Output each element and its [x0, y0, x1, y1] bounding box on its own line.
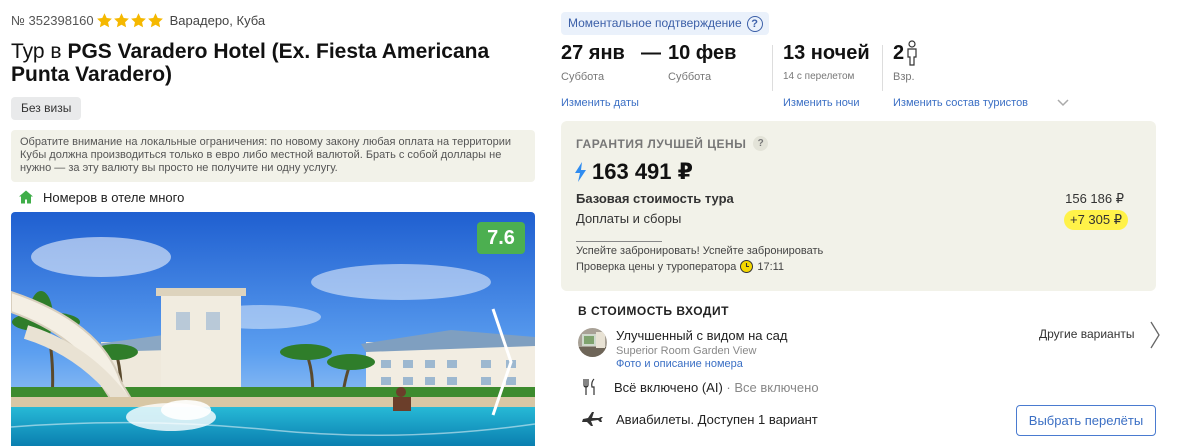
rooms-availability: Номеров в отеле много — [18, 189, 184, 205]
price-check-label: Проверка цены у туроператора — [576, 260, 737, 273]
instant-confirmation-badge: Моментальное подтверждение ? — [561, 12, 769, 35]
hotel-photo[interactable]: 7.6 — [11, 212, 535, 446]
select-flights-button[interactable]: Выбрать перелёты — [1016, 405, 1156, 436]
house-icon — [19, 190, 33, 204]
help-icon[interactable]: ? — [746, 15, 763, 32]
change-nights-link[interactable]: Изменить ночи — [783, 97, 860, 109]
hotel-location[interactable]: Варадеро, Куба — [170, 13, 265, 28]
hotel-stars — [96, 12, 164, 29]
divider — [576, 241, 662, 242]
base-cost-label: Базовая стоимость тура — [576, 191, 734, 206]
divider — [882, 45, 883, 91]
date-dash: — — [641, 42, 661, 64]
total-price-value: 163 491 ₽ — [592, 159, 693, 184]
lightning-icon — [575, 162, 586, 182]
chevron-down-icon[interactable] — [1056, 96, 1070, 110]
tour-number: № 352398160 — [11, 13, 94, 28]
included-section-title: В СТОИМОСТЬ ВХОДИТ — [578, 304, 729, 318]
star-icon — [130, 13, 146, 28]
local-restrictions-notice: Обратите внимание на локальные ограничен… — [11, 130, 535, 182]
price-card: ГАРАНТИЯ ЛУЧШЕЙ ЦЕНЫ ? 163 491 ₽ Базовая… — [561, 121, 1156, 291]
fees-value: +7 305 ₽ — [1063, 210, 1128, 230]
chevron-right-icon[interactable] — [491, 307, 513, 417]
nights-with-flight: 14 с перелетом — [783, 71, 855, 82]
hurry-message: Успейте забронировать! Успейте заброниро… — [576, 245, 824, 257]
change-tourists-link[interactable]: Изменить состав туристов — [893, 97, 1028, 109]
nights-count: 13 ночей — [783, 42, 870, 64]
tourists-number: 2 — [893, 42, 905, 64]
date-from: 27 янв — [561, 42, 625, 64]
flights-info: Авиабилеты. Доступен 1 вариант — [616, 412, 818, 427]
fees-label: Доплаты и сборы — [576, 211, 682, 226]
tourists-count: 2 — [893, 40, 919, 66]
price-check: Проверка цены у туроператора 17:11 — [576, 260, 784, 273]
star-icon — [113, 13, 129, 28]
hotel-meta-row: № 352398160 Варадеро, Куба — [11, 12, 265, 29]
rooms-note: Номеров в отеле много — [43, 189, 185, 205]
airplane-icon — [582, 412, 603, 426]
hotel-photo-image — [11, 212, 535, 446]
date-to: 10 фев — [668, 42, 737, 64]
star-icon — [96, 13, 112, 28]
best-price-guarantee: ГАРАНТИЯ ЛУЧШЕЙ ЦЕНЫ ? — [576, 136, 769, 151]
meal-plan-label: Всё включено (AI) — [614, 380, 723, 395]
clock-icon — [740, 260, 754, 273]
total-price: 163 491 ₽ — [574, 159, 693, 185]
instant-confirmation-label: Моментальное подтверждение — [568, 16, 742, 30]
room-photo — [578, 328, 607, 357]
rating-badge: 7.6 — [477, 222, 525, 254]
cutlery-icon — [583, 378, 595, 395]
day-from: Суббота — [561, 71, 605, 83]
day-to: Суббота — [668, 71, 712, 83]
hotel-title: Тур в PGS Varadero Hotel (Ex. Fiesta Ame… — [11, 40, 531, 86]
meal-plan-extra: · Все включено — [722, 380, 819, 395]
hotel-info-column: № 352398160 Варадеро, Куба Тур в PGS Var… — [0, 0, 545, 446]
base-cost-value: 156 186 ₽ — [1065, 191, 1124, 206]
change-dates-link[interactable]: Изменить даты — [561, 97, 639, 109]
title-prefix: Тур в — [11, 40, 62, 63]
chevron-right-icon[interactable] — [1149, 321, 1161, 349]
tourists-type: Взр. — [893, 71, 915, 83]
divider — [772, 45, 773, 91]
hotel-name: PGS Varadero Hotel (Ex. Fiesta Americana… — [11, 40, 490, 86]
meal-plan: Всё включено (AI) · Все включено — [614, 380, 819, 395]
guarantee-label: ГАРАНТИЯ ЛУЧШЕЙ ЦЕНЫ — [576, 136, 747, 151]
other-options-link[interactable]: Другие варианты — [1039, 327, 1134, 341]
room-name: Улучшенный с видом на сад — [616, 328, 788, 343]
price-check-time: 17:11 — [757, 260, 785, 273]
room-details-link[interactable]: Фото и описание номера — [616, 358, 743, 370]
person-icon — [907, 40, 917, 66]
star-icon — [147, 13, 163, 28]
visa-badge: Без визы — [11, 97, 82, 120]
room-name-en: Superior Room Garden View — [616, 345, 757, 357]
help-icon[interactable]: ? — [753, 136, 769, 151]
room-thumbnail[interactable] — [578, 328, 607, 357]
